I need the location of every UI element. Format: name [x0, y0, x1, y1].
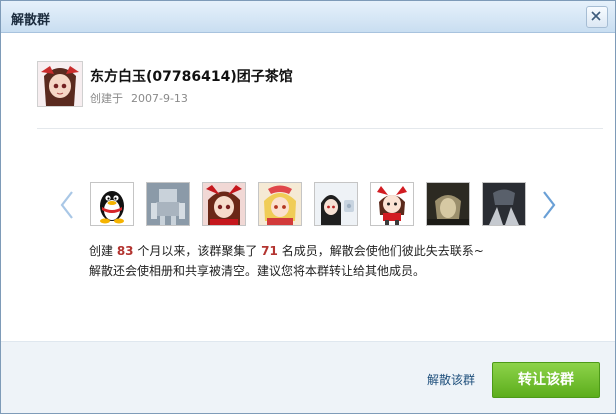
- dialog-title: 解散群: [11, 13, 51, 28]
- group-name: 东方白玉(07786414)团子茶馆: [90, 69, 293, 85]
- member-avatar-robot[interactable]: [146, 182, 190, 226]
- divider: [37, 128, 603, 129]
- dialog-footer: 解散该群 转让该群: [1, 341, 615, 413]
- dismiss-group-dialog: 解散群 东方白玉(07786414)团子茶馆 创建于 2007-9-13 创建 …: [0, 0, 616, 414]
- member-avatar-hands-dark[interactable]: [482, 182, 526, 226]
- next-members-button[interactable]: [541, 189, 557, 221]
- warning-text-part: 创建: [89, 244, 117, 258]
- member-avatar-girl-chibi[interactable]: [370, 182, 414, 226]
- prev-members-button[interactable]: [59, 189, 75, 221]
- created-date: 2007-9-13: [131, 92, 188, 105]
- warning-line-2: 解散还会使相册和共享被清空。建议您将本群转让给其他成员。: [89, 264, 426, 278]
- member-avatar-penguin[interactable]: [90, 182, 134, 226]
- dismiss-group-link[interactable]: 解散该群: [427, 371, 475, 388]
- created-label: 创建于: [90, 92, 123, 105]
- member-avatar-girl-blonde[interactable]: [258, 182, 302, 226]
- months-count: 83: [116, 244, 134, 258]
- created-info: 创建于 2007-9-13: [90, 90, 188, 106]
- warning-text-part: 名成员，解散会使他们彼此失去联系~: [277, 244, 484, 258]
- member-avatar-girl-dark[interactable]: [314, 182, 358, 226]
- warning-text-part: 个月以来，该群聚集了: [133, 244, 262, 258]
- member-avatar-girl-red[interactable]: [202, 182, 246, 226]
- transfer-group-button[interactable]: 转让该群: [492, 362, 600, 398]
- member-avatar-man-dark[interactable]: [426, 182, 470, 226]
- close-button[interactable]: [586, 6, 608, 28]
- chevron-left-icon: [60, 191, 73, 219]
- group-avatar: [37, 61, 83, 107]
- dismiss-warning-text: 创建 83 个月以来，该群聚集了 71 名成员，解散会使他们彼此失去联系~ 解散…: [89, 241, 484, 281]
- chevron-right-icon: [543, 191, 556, 219]
- title-bar: 解散群: [1, 1, 615, 33]
- group-info: 东方白玉(07786414)团子茶馆 创建于 2007-9-13: [37, 61, 577, 121]
- members-count: 71: [261, 244, 278, 258]
- warning-line-1: 创建 83 个月以来，该群聚集了 71 名成员，解散会使他们彼此失去联系~: [89, 241, 484, 261]
- close-icon: [591, 11, 601, 21]
